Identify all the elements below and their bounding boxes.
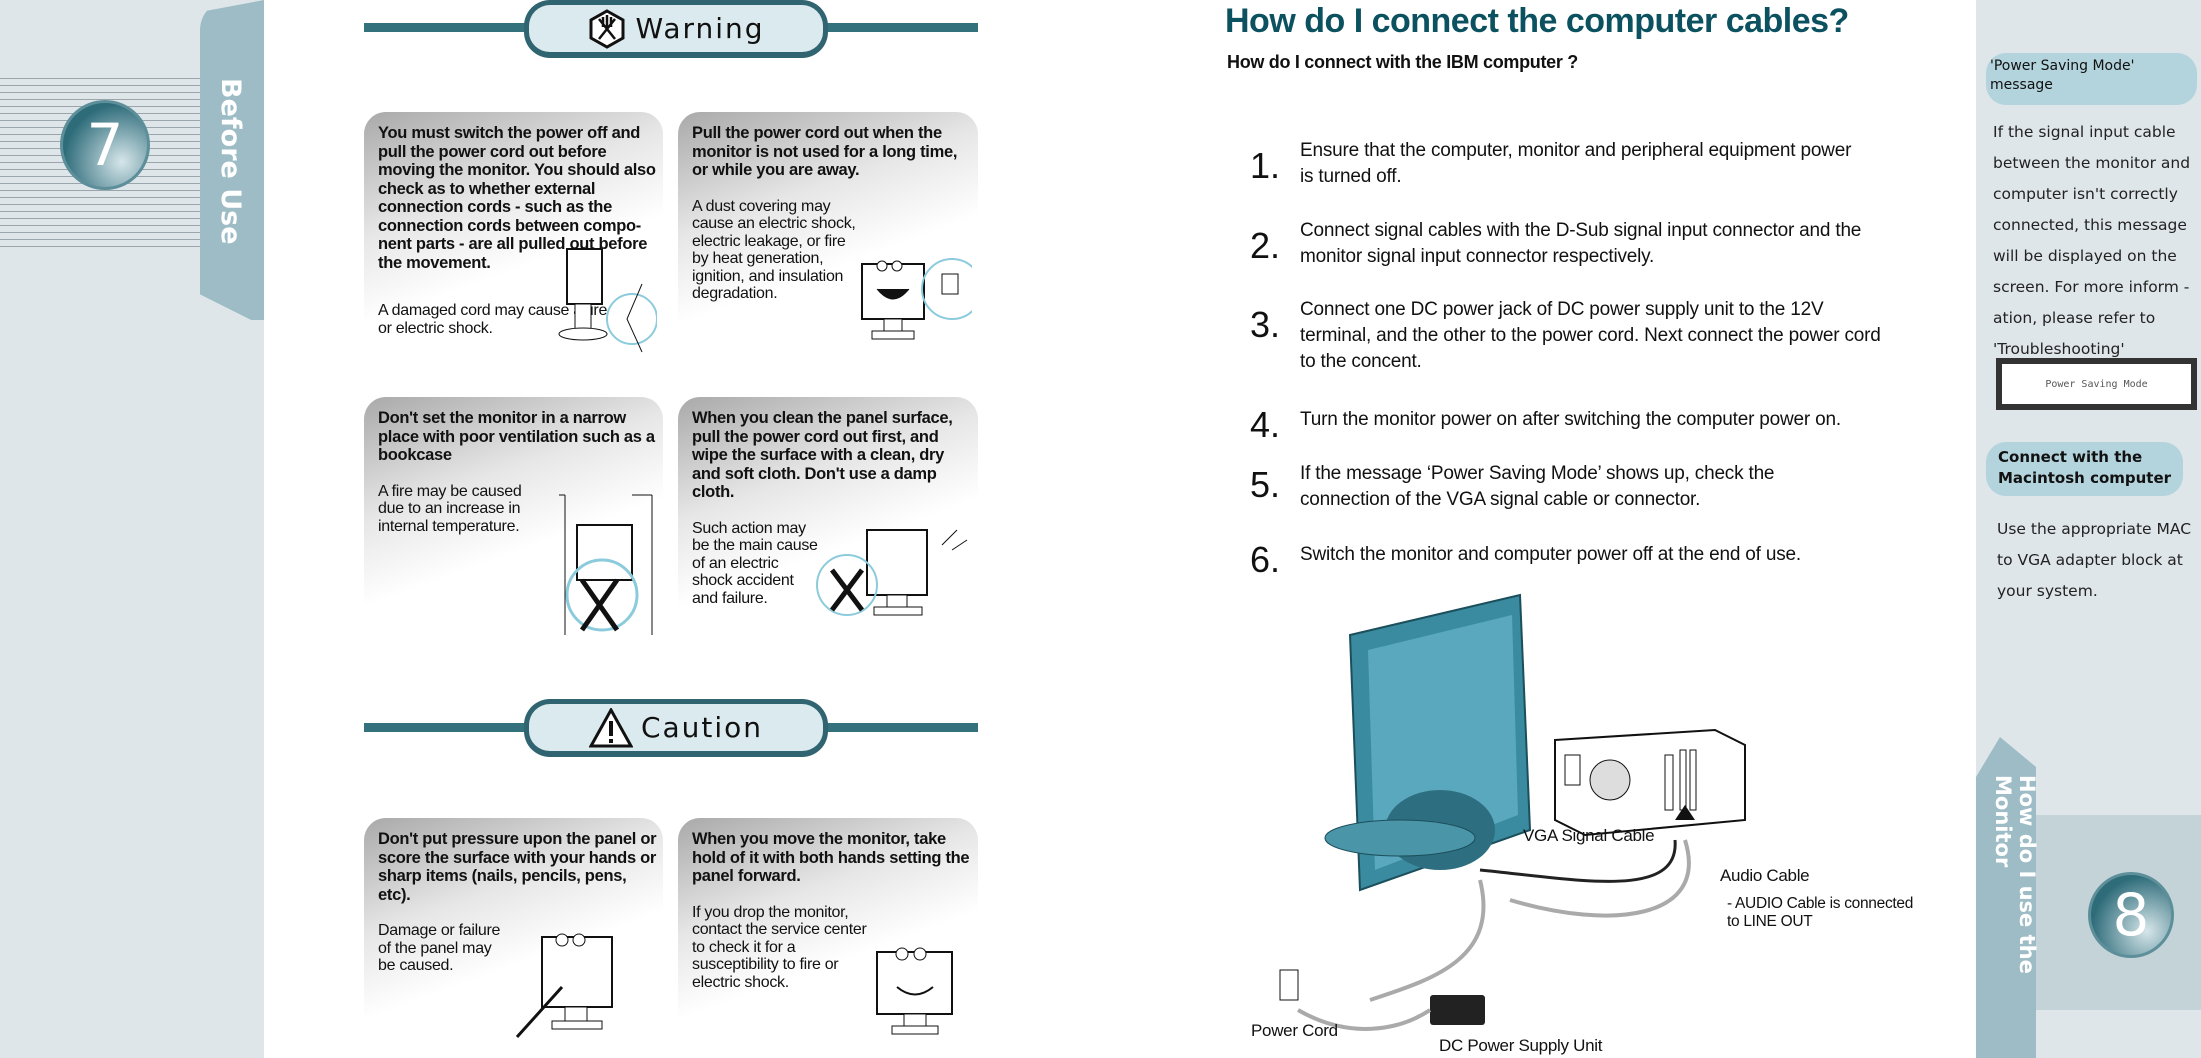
step-4: 4. Turn the monitor power on after switch… xyxy=(1250,407,1910,443)
section-tab-label: How do I use the Monitor xyxy=(1991,775,2039,974)
card-heading: Don't put pressure upon the panel or sco… xyxy=(378,830,657,904)
warning-heading: Warning xyxy=(524,0,828,58)
monitor-illustration xyxy=(1324,593,1532,892)
card-heading: Don't set the monitor in a narrow place … xyxy=(378,409,655,464)
card-body: A fire may be caused due to an increase … xyxy=(378,482,522,535)
step-text: If the message ‘Power Saving Mode’ shows… xyxy=(1300,463,1775,510)
warning-card-move: You must switch the power off and pull t… xyxy=(364,112,663,358)
dc-cable xyxy=(1369,879,1486,1002)
pressing-panel-illustration xyxy=(515,933,613,1039)
monitor-plug-illustration xyxy=(558,248,657,353)
page-subtitle: How do I connect with the IBM computer ? xyxy=(1227,52,1578,72)
section-tab-label: Before Use xyxy=(215,78,246,245)
no-hands-icon xyxy=(589,8,625,49)
step-text: Switch the monitor and computer power of… xyxy=(1300,544,1801,565)
computer-illustration xyxy=(1554,728,1746,837)
card-heading: Pull the power cord out when the monitor… xyxy=(692,124,958,179)
psm-screen-image: Power Saving Mode xyxy=(1996,358,2197,410)
label-audio-cable: Audio Cable xyxy=(1720,866,1810,885)
wall-outlet xyxy=(1279,969,1299,1001)
damp-cloth-illustration xyxy=(816,529,968,616)
card-heading: When you clean the panel surface, pull t… xyxy=(692,409,953,501)
card-body: Damage or failure of the panel may be ca… xyxy=(378,922,501,974)
step-number: 3. xyxy=(1250,304,1281,345)
warning-card-ventilation: Don't set the monitor in a narrow place … xyxy=(364,397,663,639)
mac-heading: Connect with the Macintosh computer xyxy=(1986,442,2183,496)
carrying-monitor-illustration xyxy=(876,947,953,1035)
label-audio-note: - AUDIO Cable is connected to LINE OUT xyxy=(1727,895,1914,930)
step-text: Turn the monitor power on after switchin… xyxy=(1300,409,1841,430)
step-text: Connect signal cables with the D-Sub sig… xyxy=(1300,220,1862,267)
vga-cable xyxy=(1479,839,1677,883)
caution-card-pressure: Don't put pressure upon the panel or sco… xyxy=(364,818,663,1046)
card-body: If you drop the monitor, contact the ser… xyxy=(692,903,867,991)
monitor-character-illustration xyxy=(861,258,972,340)
label-dc-unit: DC Power Supply Unit xyxy=(1439,1036,1603,1055)
label-vga-cable: VGA Signal Cable xyxy=(1523,826,1655,845)
step-number: 6. xyxy=(1250,539,1281,580)
step-2: 2. Connect signal cables with the D-Sub s… xyxy=(1250,218,1910,270)
connection-diagram xyxy=(1279,593,1746,1031)
card-body: A dust covering may cause an electric sh… xyxy=(692,197,856,303)
label-power-cord: Power Cord xyxy=(1251,1021,1338,1040)
step-5: 5. If the message ‘Power Saving Mode’ sho… xyxy=(1250,461,1910,513)
caution-label: Caution xyxy=(640,711,764,744)
step-number: 1. xyxy=(1250,145,1281,186)
caution-card-moving: When you move the monitor, take hold of … xyxy=(678,818,978,1046)
warning-triangle-icon xyxy=(588,707,633,747)
warning-card-unplug: Pull the power cord out when the monitor… xyxy=(678,112,978,358)
step-number: 4. xyxy=(1250,404,1281,445)
card-body: Such action may be the main cause of an … xyxy=(692,519,818,607)
step-3: 3. Connect one DC power jack of DC power … xyxy=(1250,297,1910,375)
page-number-8: 8 xyxy=(2088,872,2174,958)
psm-heading: 'Power Saving Mode' message xyxy=(1986,53,2197,105)
bookcase-monitor-illustration xyxy=(559,494,653,635)
step-number: 5. xyxy=(1250,464,1281,505)
step-text: Connect one DC power jack of DC power su… xyxy=(1300,299,1881,372)
page-title: How do I connect the computer cables? xyxy=(1225,2,1849,40)
step-6: 6. Switch the monitor and computer power … xyxy=(1250,542,1910,578)
page-number-7: 7 xyxy=(60,100,150,190)
step-text: Ensure that the computer, monitor and pe… xyxy=(1300,140,1852,187)
card-heading: When you move the monitor, take hold of … xyxy=(692,830,970,885)
caution-heading: Caution xyxy=(524,699,828,757)
warning-label: Warning xyxy=(635,12,765,45)
psm-text: If the signal input cable between the mo… xyxy=(1993,123,2191,358)
mac-text: Use the appropriate MAC to VGA adapter b… xyxy=(1997,520,2192,600)
audio-cable xyxy=(1509,839,1691,918)
step-number: 2. xyxy=(1250,225,1281,266)
step-1: 1. Ensure that the computer, monitor and … xyxy=(1250,138,1910,190)
psm-screen-text: Power Saving Mode xyxy=(2002,364,2191,404)
warning-card-cleaning: When you clean the panel surface, pull t… xyxy=(678,397,978,639)
dc-power-supply xyxy=(1430,995,1485,1025)
